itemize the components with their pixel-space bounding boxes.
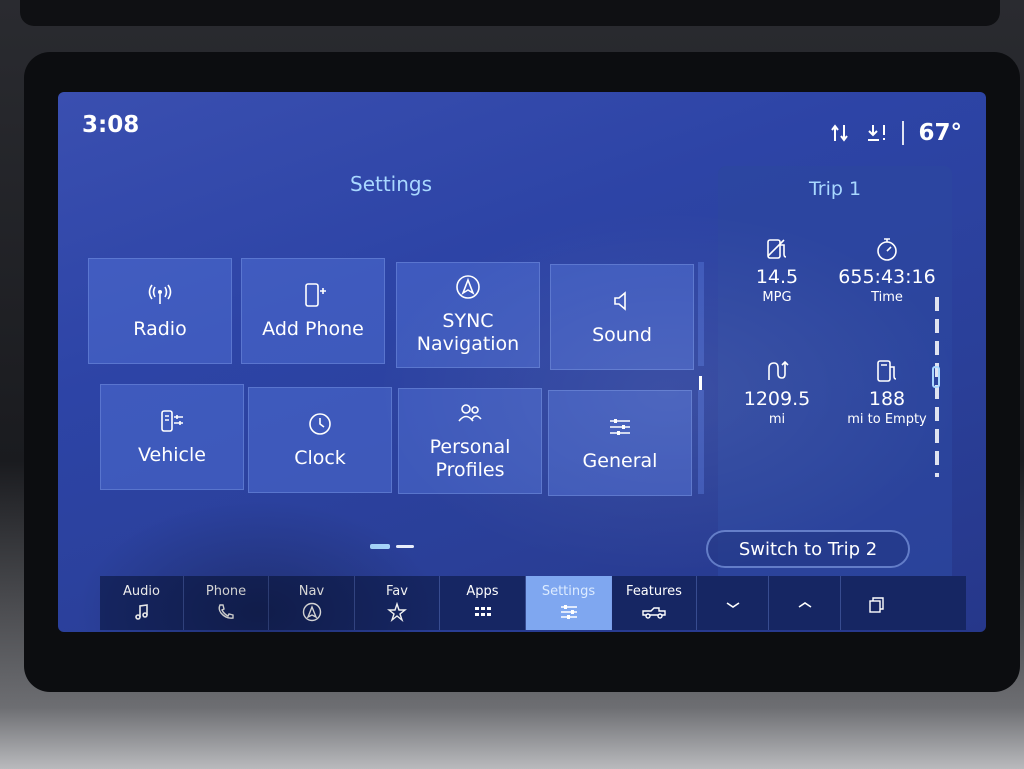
fuel-pump-icon: [877, 360, 897, 382]
speaker-icon: [614, 290, 626, 311]
nav-label: Audio: [123, 584, 160, 599]
stopwatch-icon: [877, 238, 897, 261]
trip-time-value: 655:43:16: [838, 266, 936, 288]
nav-phone[interactable]: Phone: [184, 576, 269, 630]
page-dot-active[interactable]: [370, 544, 390, 549]
sound-settings-tile[interactable]: Sound: [550, 264, 694, 370]
nav-label: Phone: [205, 584, 247, 599]
nav-label: Apps: [466, 584, 499, 599]
next-page-tile-edge[interactable]: [698, 262, 704, 366]
trip-time-label: Time: [871, 290, 903, 305]
status-divider: [902, 121, 905, 145]
star-icon: [387, 602, 407, 622]
trip-stat-mpg: 14.5 MPG: [722, 236, 832, 305]
nav-audio[interactable]: Audio: [100, 576, 184, 630]
tile-label: Add Phone: [262, 317, 364, 340]
switch-trip-button[interactable]: Switch to Trip 2: [706, 530, 910, 568]
radio-settings-tile[interactable]: Radio: [88, 258, 232, 364]
chevron-up-icon: [798, 601, 811, 608]
tile-label: Clock: [294, 446, 346, 469]
windows-icon: [869, 596, 884, 613]
trip-range-value: 188: [868, 388, 906, 410]
vehicle-settings-tile[interactable]: Vehicle: [100, 384, 244, 490]
personal-profiles-tile[interactable]: Personal Profiles: [398, 388, 542, 494]
outside-temperature: 67°: [918, 120, 962, 146]
tile-label: Sound: [592, 323, 652, 346]
page-indicator[interactable]: [370, 544, 414, 549]
signal-sync-icon: [831, 124, 849, 142]
radio-icon: [148, 284, 172, 304]
trip-distance-label: mi: [768, 412, 786, 427]
trip-stat-distance: 1209.5 mi: [722, 358, 832, 427]
top-trim: [20, 0, 1000, 26]
trip-range-label: mi to Empty: [847, 412, 927, 427]
trip-stat-range: 188 mi to Empty: [832, 358, 942, 427]
profiles-icon: [458, 404, 482, 422]
music-note-icon: [134, 604, 148, 620]
page-dot[interactable]: [396, 545, 414, 548]
page-scroll-indicator: [699, 376, 702, 390]
general-settings-tile[interactable]: General: [548, 390, 692, 496]
sliders-icon: [610, 418, 630, 435]
clock-display: 3:08: [82, 112, 140, 138]
navigation-icon: [456, 275, 480, 299]
nav-label: Fav: [386, 584, 408, 599]
tile-label: SYNC Navigation: [416, 310, 520, 355]
tile-label: General: [582, 449, 658, 472]
vehicle-settings-icon: [161, 409, 183, 432]
page-title: Settings: [350, 172, 433, 196]
sync-navigation-tile[interactable]: SYNC Navigation: [396, 262, 540, 368]
trip-scroll-thumb[interactable]: [932, 366, 940, 388]
nav-apps[interactable]: Apps: [440, 576, 526, 630]
nav-windows[interactable]: [841, 576, 913, 630]
distance-icon: [768, 360, 789, 380]
nav-settings[interactable]: Settings: [526, 576, 612, 630]
nav-nav[interactable]: Nav: [269, 576, 355, 630]
nav-label: Features: [626, 584, 682, 599]
download-alert-icon: [868, 125, 886, 141]
bottom-nav-bar: Audio Phone Nav Fav Apps Settings Featur…: [100, 576, 966, 630]
nav-features[interactable]: Features: [612, 576, 697, 630]
nav-label: Settings: [541, 584, 596, 599]
clock-settings-tile[interactable]: Clock: [248, 387, 392, 493]
status-bar-right: 67°: [830, 120, 962, 146]
trip-mpg-label: MPG: [762, 290, 792, 305]
nav-label: Nav: [298, 584, 325, 599]
navigation-icon: [302, 602, 321, 622]
nav-scroll-down[interactable]: [697, 576, 769, 630]
tile-label: Personal Profiles: [429, 436, 511, 481]
tile-label: Vehicle: [138, 443, 206, 466]
nav-fav[interactable]: Fav: [355, 576, 440, 630]
next-page-tile-edge[interactable]: [698, 390, 704, 494]
trip-mpg-value: 14.5: [755, 266, 799, 288]
tile-label: Radio: [133, 317, 187, 340]
add-phone-tile[interactable]: Add Phone: [241, 258, 385, 364]
infotainment-screen: 3:08 67° Settings Radio Add Phone SYNC N…: [58, 92, 986, 632]
fuel-economy-icon: [767, 239, 787, 259]
trip-distance-value: 1209.5: [743, 388, 811, 410]
nav-scroll-up[interactable]: [769, 576, 841, 630]
phone-icon: [218, 604, 234, 619]
truck-icon: [642, 607, 666, 619]
apps-grid-icon: [474, 607, 491, 616]
trip-panel: Trip 1 14.5 MPG 655:43:16 Time 1209.5 mi: [718, 166, 952, 584]
clock-icon: [309, 412, 331, 435]
sliders-icon: [560, 605, 577, 619]
add-phone-icon: [305, 282, 326, 307]
trip-title: Trip 1: [808, 178, 862, 200]
trip-stat-time: 655:43:16 Time: [832, 236, 942, 305]
chevron-down-icon: [726, 601, 739, 608]
